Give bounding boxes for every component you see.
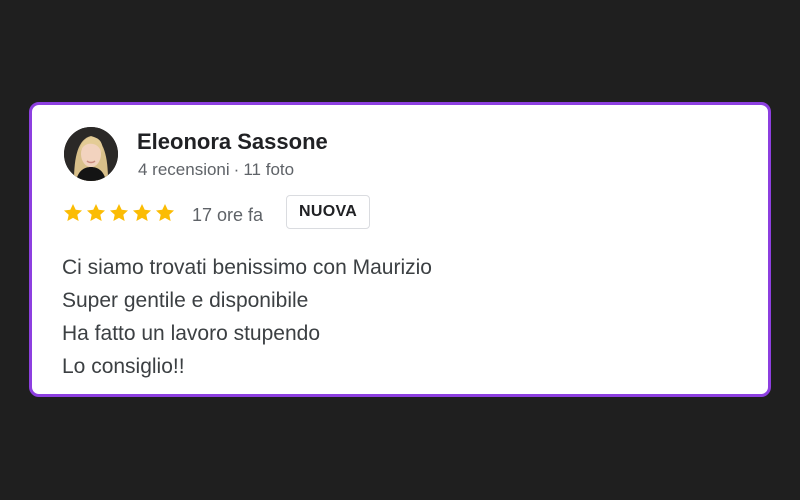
review-line: Super gentile e disponibile bbox=[62, 289, 309, 312]
reviewer-name[interactable]: Eleonora Sassone bbox=[137, 129, 328, 155]
reviewer-avatar[interactable] bbox=[64, 127, 118, 181]
star-icon bbox=[62, 202, 84, 224]
avatar-photo-icon bbox=[64, 127, 118, 181]
star-icon bbox=[108, 202, 130, 224]
star-icon bbox=[154, 202, 176, 224]
star-icon bbox=[131, 202, 153, 224]
review-text: Ci siamo trovati benissimo con Maurizio S… bbox=[62, 251, 432, 383]
reviewer-meta: 4 recensioni · 11 foto bbox=[138, 160, 294, 180]
star-rating bbox=[62, 202, 176, 224]
reviews-count: 4 recensioni bbox=[138, 160, 230, 179]
star-icon bbox=[85, 202, 107, 224]
review-line: Ha fatto un lavoro stupendo bbox=[62, 322, 321, 345]
review-line: Lo consiglio!! bbox=[62, 355, 185, 378]
review-time: 17 ore fa bbox=[192, 205, 264, 225]
review-line: Ci siamo trovati benissimo con Maurizio bbox=[62, 256, 432, 279]
meta-separator: · bbox=[233, 160, 240, 179]
photos-count: 11 foto bbox=[243, 160, 295, 179]
new-badge: NUOVA bbox=[286, 195, 371, 229]
review-card: Eleonora Sassone 4 recensioni · 11 foto 17… bbox=[29, 102, 771, 397]
